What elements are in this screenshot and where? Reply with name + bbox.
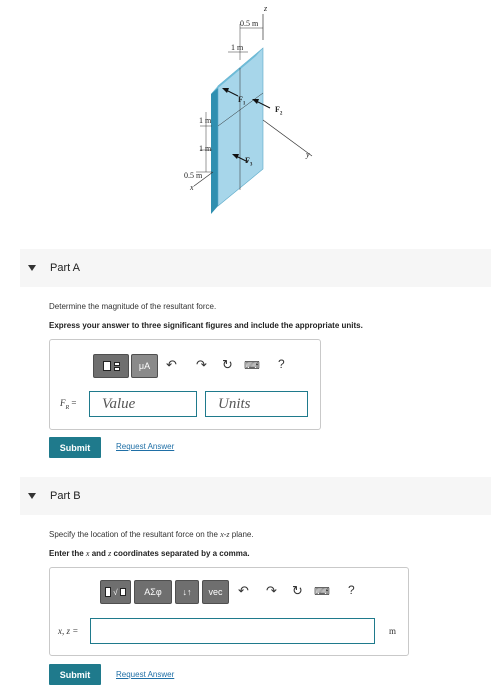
part-b-instruction: Enter the x and z coordinates separated … bbox=[49, 549, 250, 558]
units-button[interactable]: μA bbox=[131, 354, 158, 378]
keyboard-icon[interactable]: ⌨ bbox=[314, 585, 330, 598]
value-input[interactable]: Value bbox=[89, 391, 197, 417]
part-b-title: Part B bbox=[50, 490, 81, 502]
arrows-button[interactable]: ↓↑ bbox=[175, 580, 199, 604]
part-a-submit-button[interactable]: Submit bbox=[49, 437, 101, 458]
part-b-answer-box: √ ΑΣφ ↓↑ vec ↶ ↷ ↻ ⌨ ? x, z = m bbox=[49, 567, 409, 656]
y-axis-label: y bbox=[306, 150, 310, 159]
templates-icon bbox=[102, 361, 120, 371]
help-icon[interactable]: ? bbox=[348, 583, 355, 597]
plate-edge bbox=[211, 86, 218, 214]
dim-width-label: 1 m bbox=[231, 43, 244, 52]
force-2-label: F2 bbox=[275, 105, 283, 117]
unit-suffix: m bbox=[389, 626, 397, 636]
undo-icon[interactable]: ↶ bbox=[166, 357, 177, 373]
vec-button[interactable]: vec bbox=[202, 580, 229, 604]
plate-diagram bbox=[193, 14, 313, 214]
greek-symbols-button[interactable]: ΑΣφ bbox=[134, 580, 172, 604]
units-label: μA bbox=[138, 361, 151, 371]
xz-input[interactable] bbox=[90, 618, 375, 644]
templates-icon: √ bbox=[105, 587, 126, 597]
units-input[interactable]: Units bbox=[205, 391, 308, 417]
collapse-triangle-icon[interactable] bbox=[28, 265, 36, 271]
reset-icon[interactable]: ↻ bbox=[222, 357, 233, 373]
part-a-answer-box: μA ↶ ↷ ↻ ⌨ ? FR = Value Units bbox=[49, 339, 321, 430]
collapse-triangle-icon[interactable] bbox=[28, 493, 36, 499]
reset-icon[interactable]: ↻ bbox=[292, 583, 303, 599]
force-3-label: F3 bbox=[245, 156, 253, 168]
templates-button[interactable]: √ bbox=[100, 580, 131, 604]
dim-top-label: 0.5 m bbox=[240, 19, 259, 28]
part-a-title: Part A bbox=[50, 262, 80, 274]
part-a-request-answer-link[interactable]: Request Answer bbox=[116, 442, 174, 451]
part-b-question: Specify the location of the resultant fo… bbox=[49, 530, 254, 539]
fr-label: FR = bbox=[60, 398, 77, 411]
dim-bottom-label: 0.5 m bbox=[184, 171, 203, 180]
part-a-header[interactable]: Part A bbox=[20, 249, 491, 287]
redo-icon[interactable]: ↷ bbox=[266, 583, 277, 599]
part-b-header[interactable]: Part B bbox=[20, 477, 491, 515]
problem-figure: z y x 0.5 m 1 m 1 m 1 m 0.5 m F1 F2 F3 bbox=[0, 0, 491, 245]
z-axis-label: z bbox=[264, 4, 268, 13]
dim-left-1-label: 1 m bbox=[199, 116, 212, 125]
part-b-submit-button[interactable]: Submit bbox=[49, 664, 101, 685]
x-axis-label: x bbox=[190, 183, 194, 192]
part-b-request-answer-link[interactable]: Request Answer bbox=[116, 670, 174, 679]
force-1-label: F1 bbox=[238, 95, 246, 107]
keyboard-icon[interactable]: ⌨ bbox=[244, 359, 260, 372]
redo-icon[interactable]: ↷ bbox=[196, 357, 207, 373]
dim-left-2-label: 1 m bbox=[199, 144, 212, 153]
undo-icon[interactable]: ↶ bbox=[238, 583, 249, 599]
templates-button[interactable] bbox=[93, 354, 129, 378]
y-axis-line bbox=[262, 119, 313, 157]
plate-face bbox=[217, 47, 264, 207]
part-a-question: Determine the magnitude of the resultant… bbox=[49, 302, 217, 311]
help-icon[interactable]: ? bbox=[278, 357, 285, 371]
part-a-instruction: Express your answer to three significant… bbox=[49, 321, 363, 330]
xz-label: x, z = bbox=[58, 626, 79, 636]
